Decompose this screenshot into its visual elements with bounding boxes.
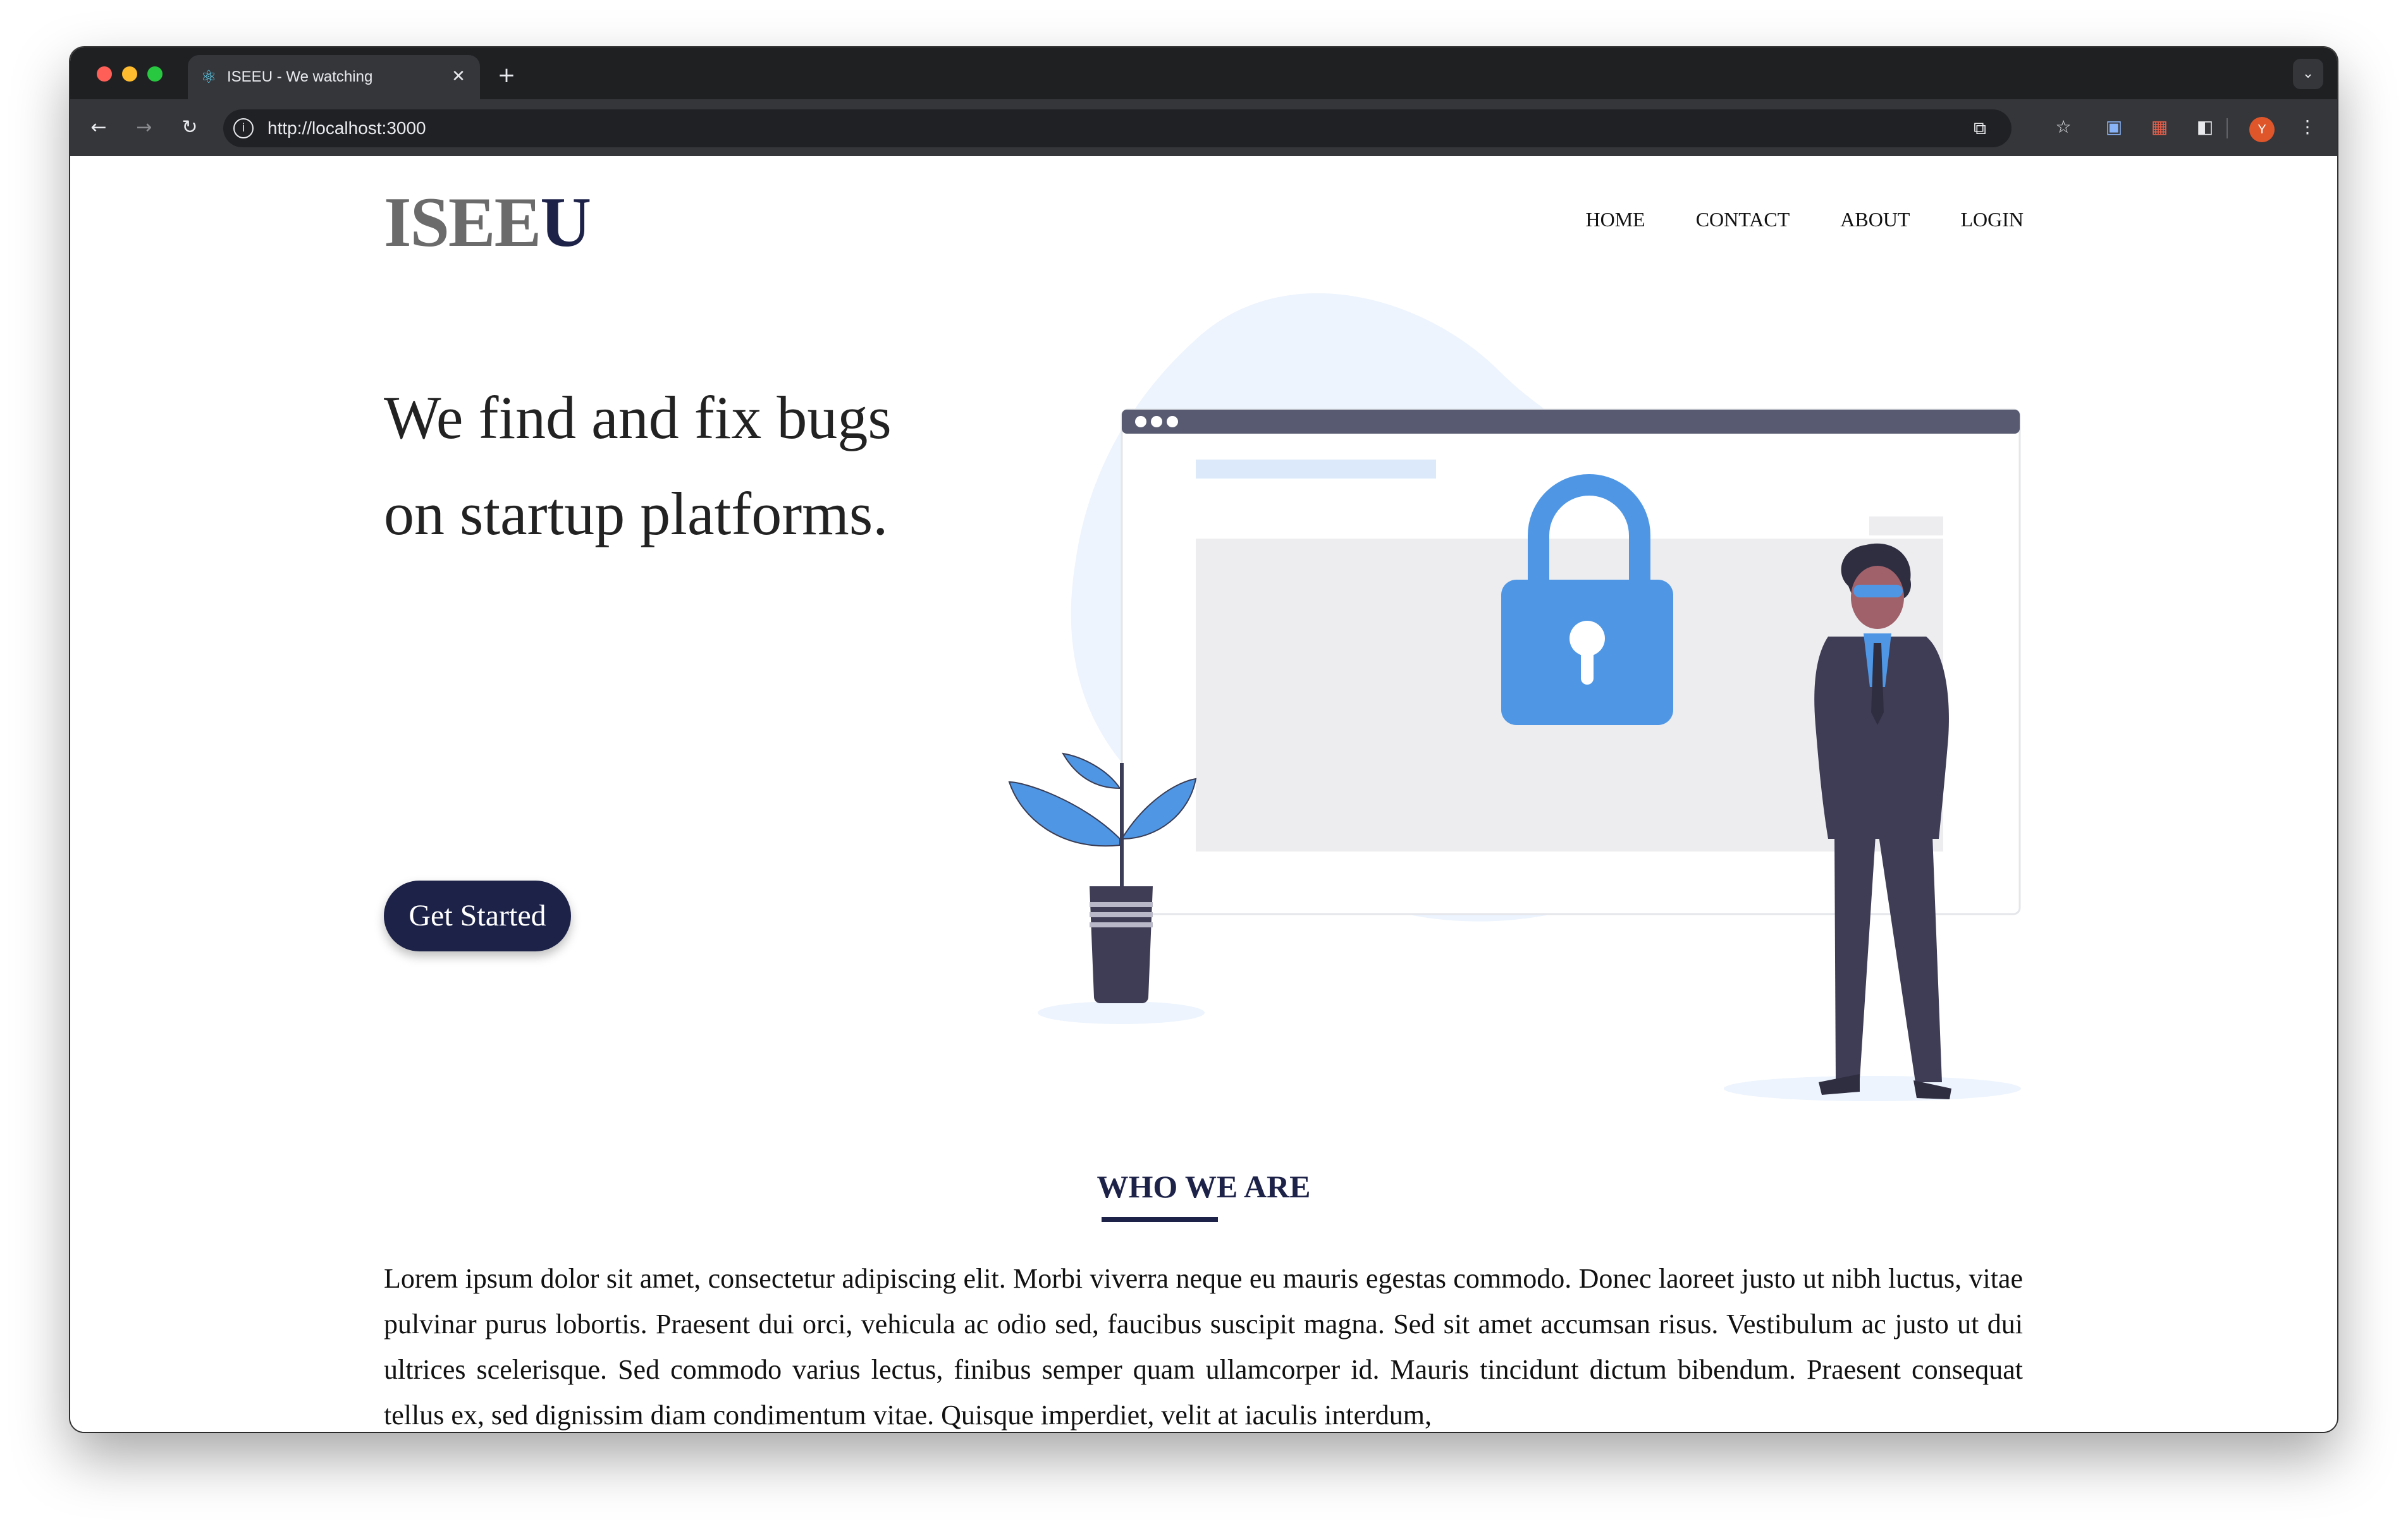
logo-text-main: ISEE (384, 183, 541, 262)
close-window-button[interactable] (97, 66, 112, 82)
nav-contact[interactable]: CONTACT (1696, 207, 1790, 232)
tab-active[interactable]: ⚛ ISEEU - We watching ✕ (188, 55, 480, 99)
pot-stripe (1090, 902, 1153, 907)
plant-leaf (1062, 752, 1121, 790)
profile-avatar[interactable]: Y (2249, 117, 2275, 142)
plant-shadow (1038, 1001, 1205, 1024)
address-bar[interactable]: i http://localhost:3000 ⧉ (223, 109, 2012, 147)
window-dot (1167, 416, 1178, 427)
plant-leaf (1008, 781, 1121, 847)
content-placeholder-corner (1869, 516, 1943, 535)
section-title: WHO WE ARE (1096, 1169, 1311, 1204)
extension-icon[interactable]: ▦ (2146, 113, 2173, 141)
new-tab-button[interactable]: + (494, 63, 519, 88)
react-favicon-icon: ⚛ (200, 66, 217, 87)
security-illustration (1008, 293, 2021, 1101)
nav-about[interactable]: ABOUT (1840, 207, 1910, 232)
tab-strip: ⚛ ISEEU - We watching ✕ + ⌄ (70, 47, 2337, 99)
site-info-icon[interactable]: i (233, 118, 254, 138)
reload-icon[interactable]: ↻ (175, 113, 204, 142)
browser-toolbar: ← → ↻ i http://localhost:3000 ⧉ ☆ ▣ ▦ ◧ … (70, 99, 2337, 156)
lock-keyhole-slot (1581, 643, 1594, 685)
tab-search-button[interactable]: ⌄ (2293, 59, 2323, 89)
bookmark-star-icon[interactable]: ☆ (2049, 113, 2077, 141)
main-nav: HOME CONTACT ABOUT LOGIN (1535, 207, 2024, 232)
puzzle-icon[interactable] (2191, 113, 2219, 141)
minimize-window-button[interactable] (122, 66, 137, 82)
nav-home[interactable]: HOME (1585, 207, 1645, 232)
about-paragraph: Lorem ipsum dolor sit amet, consectetur … (384, 1263, 2023, 1431)
browser-window: ⚛ ISEEU - We watching ✕ + ⌄ ← → ↻ i http… (70, 47, 2337, 1432)
logo-text-accent: U (540, 183, 591, 262)
person-leg (1834, 836, 1876, 1079)
browser-top-bar (1122, 410, 2020, 434)
nav-login[interactable]: LOGIN (1960, 207, 2024, 232)
window-dot (1151, 416, 1162, 427)
more-menu-icon[interactable]: ⋮ (2294, 113, 2321, 141)
hero-heading: We find and fix bugs on startup platform… (384, 370, 953, 562)
cast-icon[interactable]: ⧉ (1969, 117, 1991, 140)
person-glasses (1853, 585, 1903, 597)
forward-icon[interactable]: → (130, 113, 159, 142)
tab-title: ISEEU - We watching (227, 68, 373, 85)
tab-close-icon[interactable]: ✕ (448, 66, 469, 87)
address-placeholder (1196, 460, 1436, 479)
get-started-button[interactable]: Get Started (384, 881, 571, 951)
url-text[interactable]: http://localhost:3000 (267, 118, 426, 138)
site-logo[interactable]: ISEEU (384, 181, 591, 264)
person-shadow (1724, 1076, 2021, 1101)
web-page: ISEEU HOME CONTACT ABOUT LOGIN We find a… (70, 156, 2337, 1432)
hero-line-2: on startup platforms. (384, 480, 888, 547)
pot-stripe (1090, 912, 1153, 917)
toolbar-separator (2227, 118, 2228, 138)
hero-line-1: We find and fix bugs (384, 384, 892, 451)
window-dot (1135, 416, 1146, 427)
maximize-window-button[interactable] (147, 66, 163, 82)
back-icon[interactable]: ← (84, 113, 113, 142)
extension-icon[interactable]: ▣ (2100, 113, 2128, 141)
pot-stripe (1090, 922, 1153, 927)
section-underline (1102, 1217, 1218, 1222)
person-leg (1879, 836, 1942, 1082)
